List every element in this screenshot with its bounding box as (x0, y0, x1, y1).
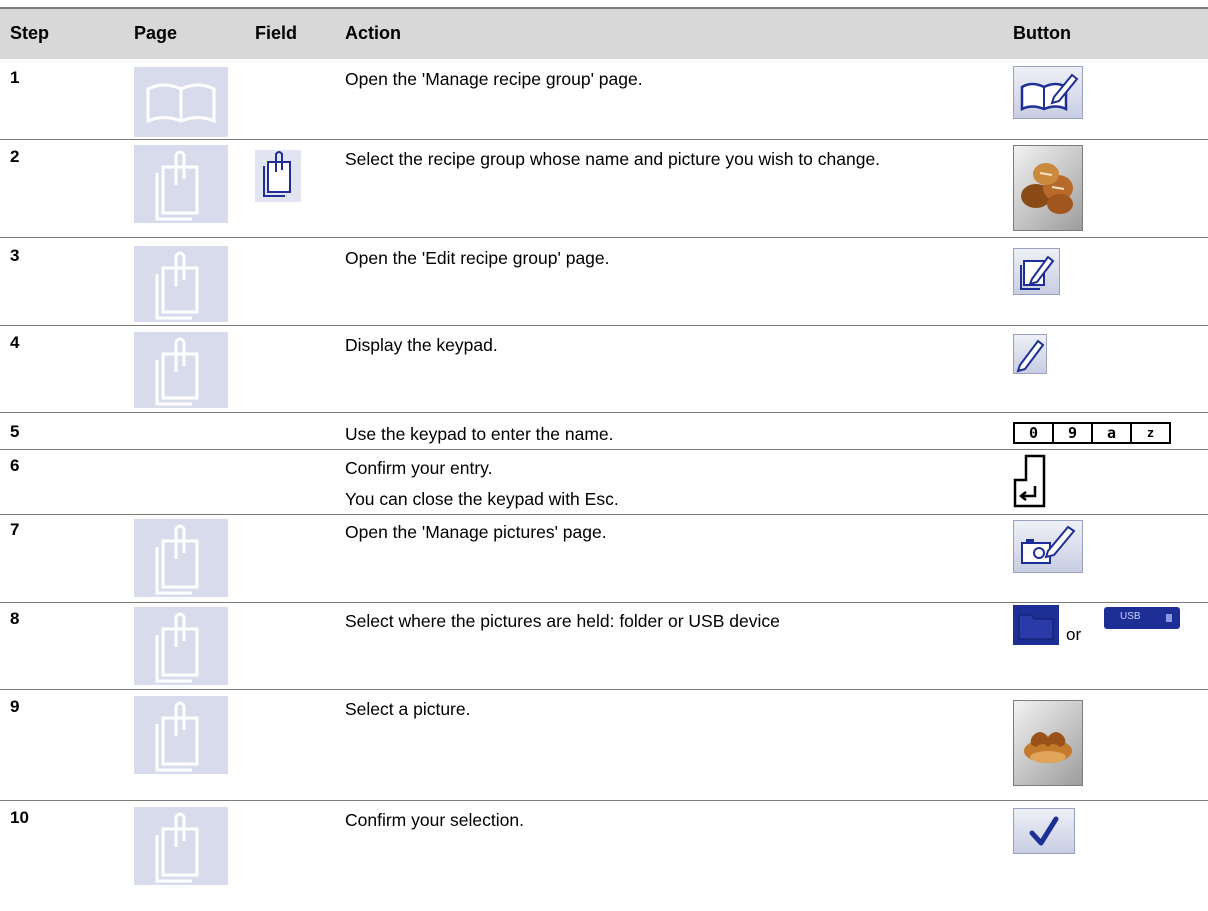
enter-key-icon[interactable] (1013, 454, 1047, 510)
header-step: Step (10, 23, 50, 43)
clipboard-icon (134, 607, 228, 685)
checkmark-icon[interactable] (1013, 808, 1075, 854)
action-text: Select where the pictures are held: fold… (345, 611, 780, 631)
clipboard-icon (255, 150, 301, 202)
instruction-table: Step Page Field Action Button 1 Open the… (0, 0, 1208, 911)
step-number: 6 (10, 456, 20, 475)
clipboard-icon (134, 246, 228, 322)
key-0[interactable]: 0 (1015, 424, 1054, 442)
table-row: 7 Open the 'Manage pictures' page. (0, 515, 1208, 602)
table-row: 6 Confirm your entry. You can close the … (0, 450, 1208, 514)
table-row: 3 Open the 'Edit recipe group' page. (0, 238, 1208, 325)
table-row: 9 Select a picture. (0, 690, 1208, 800)
folder-icon[interactable] (1013, 605, 1059, 645)
clipboard-icon (134, 145, 228, 223)
book-edit-icon[interactable] (1013, 66, 1083, 119)
step-number: 8 (10, 609, 20, 628)
action-text: Use the keypad to enter the name. (345, 424, 614, 444)
action-text: Confirm your selection. (345, 810, 524, 830)
clipboard-icon (134, 807, 228, 885)
clipboard-icon (134, 332, 228, 408)
action-text: Open the 'Manage pictures' page. (345, 522, 607, 542)
table-row: 2 Select the recipe group whose name and… (0, 140, 1208, 237)
action-text: Display the keypad. (345, 335, 498, 355)
pencil-icon[interactable] (1013, 334, 1047, 374)
header-page: Page (134, 23, 178, 43)
table-row: 4 Display the keypad. (0, 326, 1208, 412)
action-note: You can close the keypad with Esc. (345, 489, 619, 509)
table-row: 10 Confirm your selection. (0, 801, 1208, 911)
keypad-keys: 0 9 a z (1013, 422, 1171, 444)
key-z[interactable]: z (1132, 424, 1169, 442)
action-text: Open the 'Manage recipe group' page. (345, 69, 643, 89)
usb-icon[interactable]: USB (1104, 607, 1180, 629)
bread-rolls-icon[interactable] (1013, 145, 1083, 231)
clipboard-edit-icon[interactable] (1013, 248, 1060, 295)
action-text: Confirm your entry. (345, 458, 493, 478)
action-text: Select a picture. (345, 699, 471, 719)
book-icon (134, 67, 228, 137)
table-header: Step Page Field Action Button (0, 7, 1208, 59)
action-text: Open the 'Edit recipe group' page. (345, 248, 610, 268)
step-number: 1 (10, 68, 20, 87)
clipboard-icon (134, 696, 228, 774)
step-number: 9 (10, 697, 20, 716)
key-9[interactable]: 9 (1054, 424, 1093, 442)
table-row: 8 Select where the pictures are held: fo… (0, 603, 1208, 689)
step-number: 7 (10, 520, 20, 539)
clipboard-icon (134, 519, 228, 597)
key-a[interactable]: a (1093, 424, 1132, 442)
camera-edit-icon[interactable] (1013, 520, 1083, 573)
or-label: or (1066, 625, 1082, 644)
header-action: Action (345, 23, 401, 43)
step-number: 5 (10, 422, 20, 441)
table-row: 5 Use the keypad to enter the name. 0 9 … (0, 413, 1208, 449)
step-number: 4 (10, 333, 20, 352)
step-number: 2 (10, 147, 20, 166)
step-number: 3 (10, 246, 20, 265)
usb-label: USB (1120, 611, 1141, 622)
step-number: 10 (10, 808, 29, 827)
header-field: Field (255, 23, 298, 43)
action-text: Select the recipe group whose name and p… (345, 149, 881, 169)
header-button: Button (1013, 23, 1071, 43)
pretzel-bread-icon[interactable] (1013, 700, 1083, 786)
table-row: 1 Open the 'Manage recipe group' page. (0, 59, 1208, 139)
